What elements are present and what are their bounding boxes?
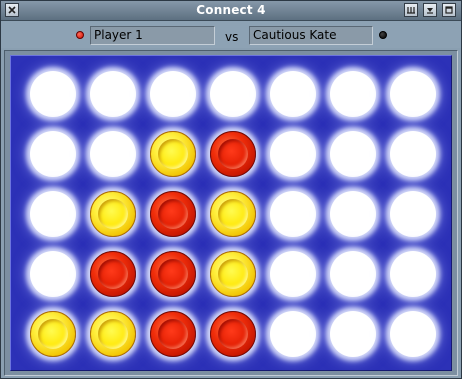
yellow-piece-center	[38, 319, 68, 349]
empty-slot	[390, 71, 436, 117]
empty-slot	[30, 131, 76, 177]
board-cell-r4-c7[interactable]	[383, 244, 443, 304]
yellow-piece-center	[158, 139, 188, 169]
empty-slot	[270, 131, 316, 177]
empty-slot	[90, 131, 136, 177]
red-piece-center	[218, 139, 248, 169]
empty-slot	[30, 251, 76, 297]
empty-slot	[270, 191, 316, 237]
red-piece-center	[158, 319, 188, 349]
yellow-piece-center	[98, 319, 128, 349]
connect4-window: Connect 4 Player 1 vs Cautious Kate	[0, 0, 462, 379]
yellow-piece	[90, 311, 136, 357]
board-cell-r5-c3[interactable]	[143, 304, 203, 364]
empty-slot	[390, 131, 436, 177]
board-cell-r1-c2[interactable]	[83, 64, 143, 124]
board-cell-r2-c4[interactable]	[203, 124, 263, 184]
player1-color-icon	[76, 31, 84, 39]
board-cell-r1-c3[interactable]	[143, 64, 203, 124]
board-cell-r4-c3[interactable]	[143, 244, 203, 304]
board-cell-r4-c2[interactable]	[83, 244, 143, 304]
empty-slot	[90, 71, 136, 117]
board-cell-r5-c2[interactable]	[83, 304, 143, 364]
yellow-piece	[150, 131, 196, 177]
player2-name-field[interactable]: Cautious Kate	[249, 26, 373, 45]
yellow-piece-center	[218, 199, 248, 229]
yellow-piece	[210, 191, 256, 237]
empty-slot	[330, 71, 376, 117]
empty-slot	[330, 251, 376, 297]
board-cell-r4-c1[interactable]	[23, 244, 83, 304]
red-piece	[90, 251, 136, 297]
board-cell-r1-c4[interactable]	[203, 64, 263, 124]
board-cell-r5-c1[interactable]	[23, 304, 83, 364]
yellow-piece	[30, 311, 76, 357]
board-cell-r4-c5[interactable]	[263, 244, 323, 304]
yellow-piece	[90, 191, 136, 237]
red-piece	[150, 251, 196, 297]
board-cell-r4-c4[interactable]	[203, 244, 263, 304]
empty-slot	[330, 311, 376, 357]
board-cell-r5-c6[interactable]	[323, 304, 383, 364]
board-cell-r3-c2[interactable]	[83, 184, 143, 244]
player2-color-icon	[379, 31, 387, 39]
empty-slot	[270, 311, 316, 357]
player1-name-field[interactable]: Player 1	[90, 26, 215, 45]
red-piece-center	[158, 199, 188, 229]
board-cell-r1-c5[interactable]	[263, 64, 323, 124]
empty-slot	[330, 131, 376, 177]
board-cell-r2-c7[interactable]	[383, 124, 443, 184]
yellow-piece-center	[218, 259, 248, 289]
board-cell-r3-c7[interactable]	[383, 184, 443, 244]
board-cell-r2-c3[interactable]	[143, 124, 203, 184]
empty-slot	[390, 191, 436, 237]
board-cell-r3-c6[interactable]	[323, 184, 383, 244]
board-cell-r3-c5[interactable]	[263, 184, 323, 244]
yellow-piece-center	[98, 199, 128, 229]
minimize-icon[interactable]	[423, 3, 437, 17]
empty-slot	[150, 71, 196, 117]
red-piece	[150, 191, 196, 237]
empty-slot	[330, 191, 376, 237]
red-piece	[150, 311, 196, 357]
board-cell-r5-c7[interactable]	[383, 304, 443, 364]
versus-label: vs	[225, 30, 239, 44]
title-bar[interactable]: Connect 4	[1, 1, 461, 21]
empty-slot	[270, 251, 316, 297]
empty-slot	[390, 311, 436, 357]
empty-slot	[30, 191, 76, 237]
game-board[interactable]	[10, 55, 452, 371]
red-piece-center	[218, 319, 248, 349]
board-cell-r2-c6[interactable]	[323, 124, 383, 184]
empty-slot	[390, 251, 436, 297]
board-cell-r5-c4[interactable]	[203, 304, 263, 364]
board-cell-r1-c6[interactable]	[323, 64, 383, 124]
red-piece	[210, 131, 256, 177]
board-cell-r1-c1[interactable]	[23, 64, 83, 124]
board-cell-r3-c3[interactable]	[143, 184, 203, 244]
board-cell-r2-c1[interactable]	[23, 124, 83, 184]
board-frame	[4, 50, 458, 376]
board-cell-r4-c6[interactable]	[323, 244, 383, 304]
board-cell-r3-c1[interactable]	[23, 184, 83, 244]
red-piece-center	[158, 259, 188, 289]
board-cell-r1-c7[interactable]	[383, 64, 443, 124]
empty-slot	[30, 71, 76, 117]
menu-icon[interactable]	[404, 3, 418, 17]
board-cell-r2-c2[interactable]	[83, 124, 143, 184]
board-cell-r5-c5[interactable]	[263, 304, 323, 364]
empty-slot	[210, 71, 256, 117]
red-piece-center	[98, 259, 128, 289]
yellow-piece	[210, 251, 256, 297]
player-bar: Player 1 vs Cautious Kate	[1, 21, 461, 48]
board-cell-r2-c5[interactable]	[263, 124, 323, 184]
board-cell-r3-c4[interactable]	[203, 184, 263, 244]
maximize-icon[interactable]	[442, 3, 456, 17]
red-piece	[210, 311, 256, 357]
window-title: Connect 4	[196, 3, 266, 17]
empty-slot	[270, 71, 316, 117]
